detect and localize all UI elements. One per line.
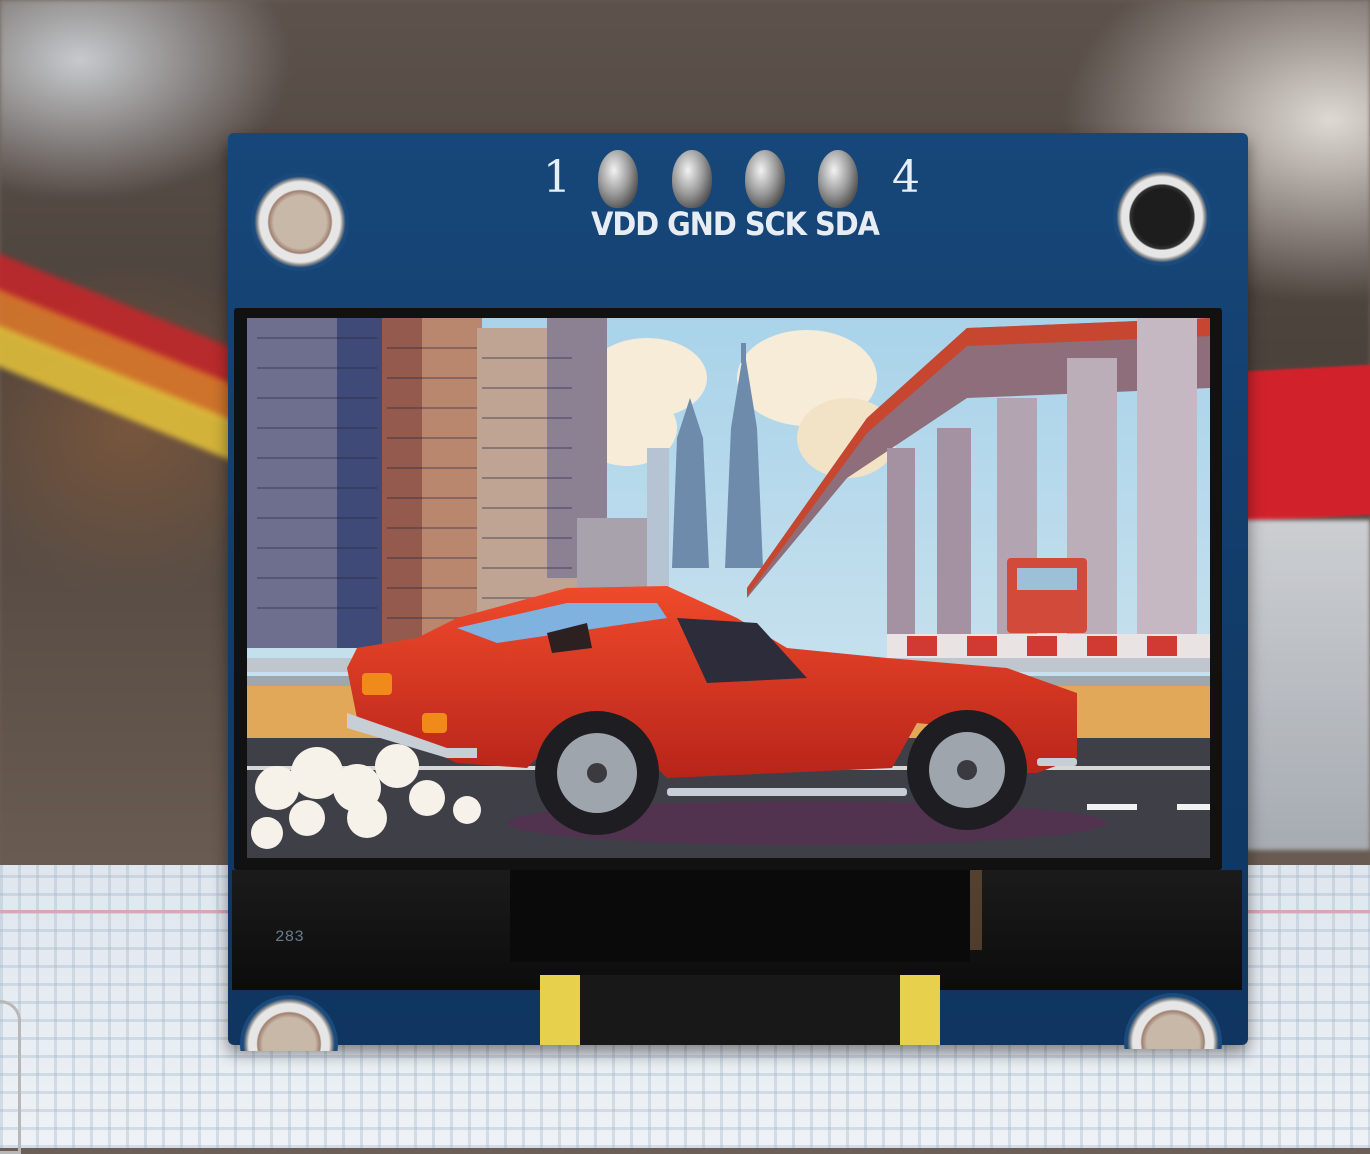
header-pin-sda bbox=[818, 150, 858, 208]
pin-number-end: 4 bbox=[892, 152, 920, 203]
wire-lead bbox=[0, 1000, 21, 1154]
mounting-hole-bottom-left bbox=[240, 995, 338, 1051]
flex-ribbon bbox=[540, 975, 940, 1045]
header-pin-sck bbox=[745, 150, 785, 208]
pin-number-start: 1 bbox=[543, 152, 571, 203]
header-pin-gnd bbox=[672, 150, 712, 208]
clear-object bbox=[1235, 520, 1370, 850]
photo-scene: 1 4 VDD GND SCK SDA 283 bbox=[0, 0, 1370, 1154]
red-object bbox=[1236, 364, 1370, 522]
pin-labels: VDD GND SCK SDA bbox=[591, 205, 880, 243]
display-glass-tail bbox=[232, 870, 1242, 990]
mounting-hole-top-left bbox=[251, 173, 349, 271]
driver-chip bbox=[510, 870, 970, 962]
mounting-hole-bottom-right bbox=[1124, 993, 1222, 1049]
mounting-hole-top-right bbox=[1113, 168, 1211, 266]
module-code-marking: 283 bbox=[275, 928, 304, 946]
header-pin-vdd bbox=[598, 150, 638, 208]
oled-screen-image bbox=[247, 318, 1210, 858]
